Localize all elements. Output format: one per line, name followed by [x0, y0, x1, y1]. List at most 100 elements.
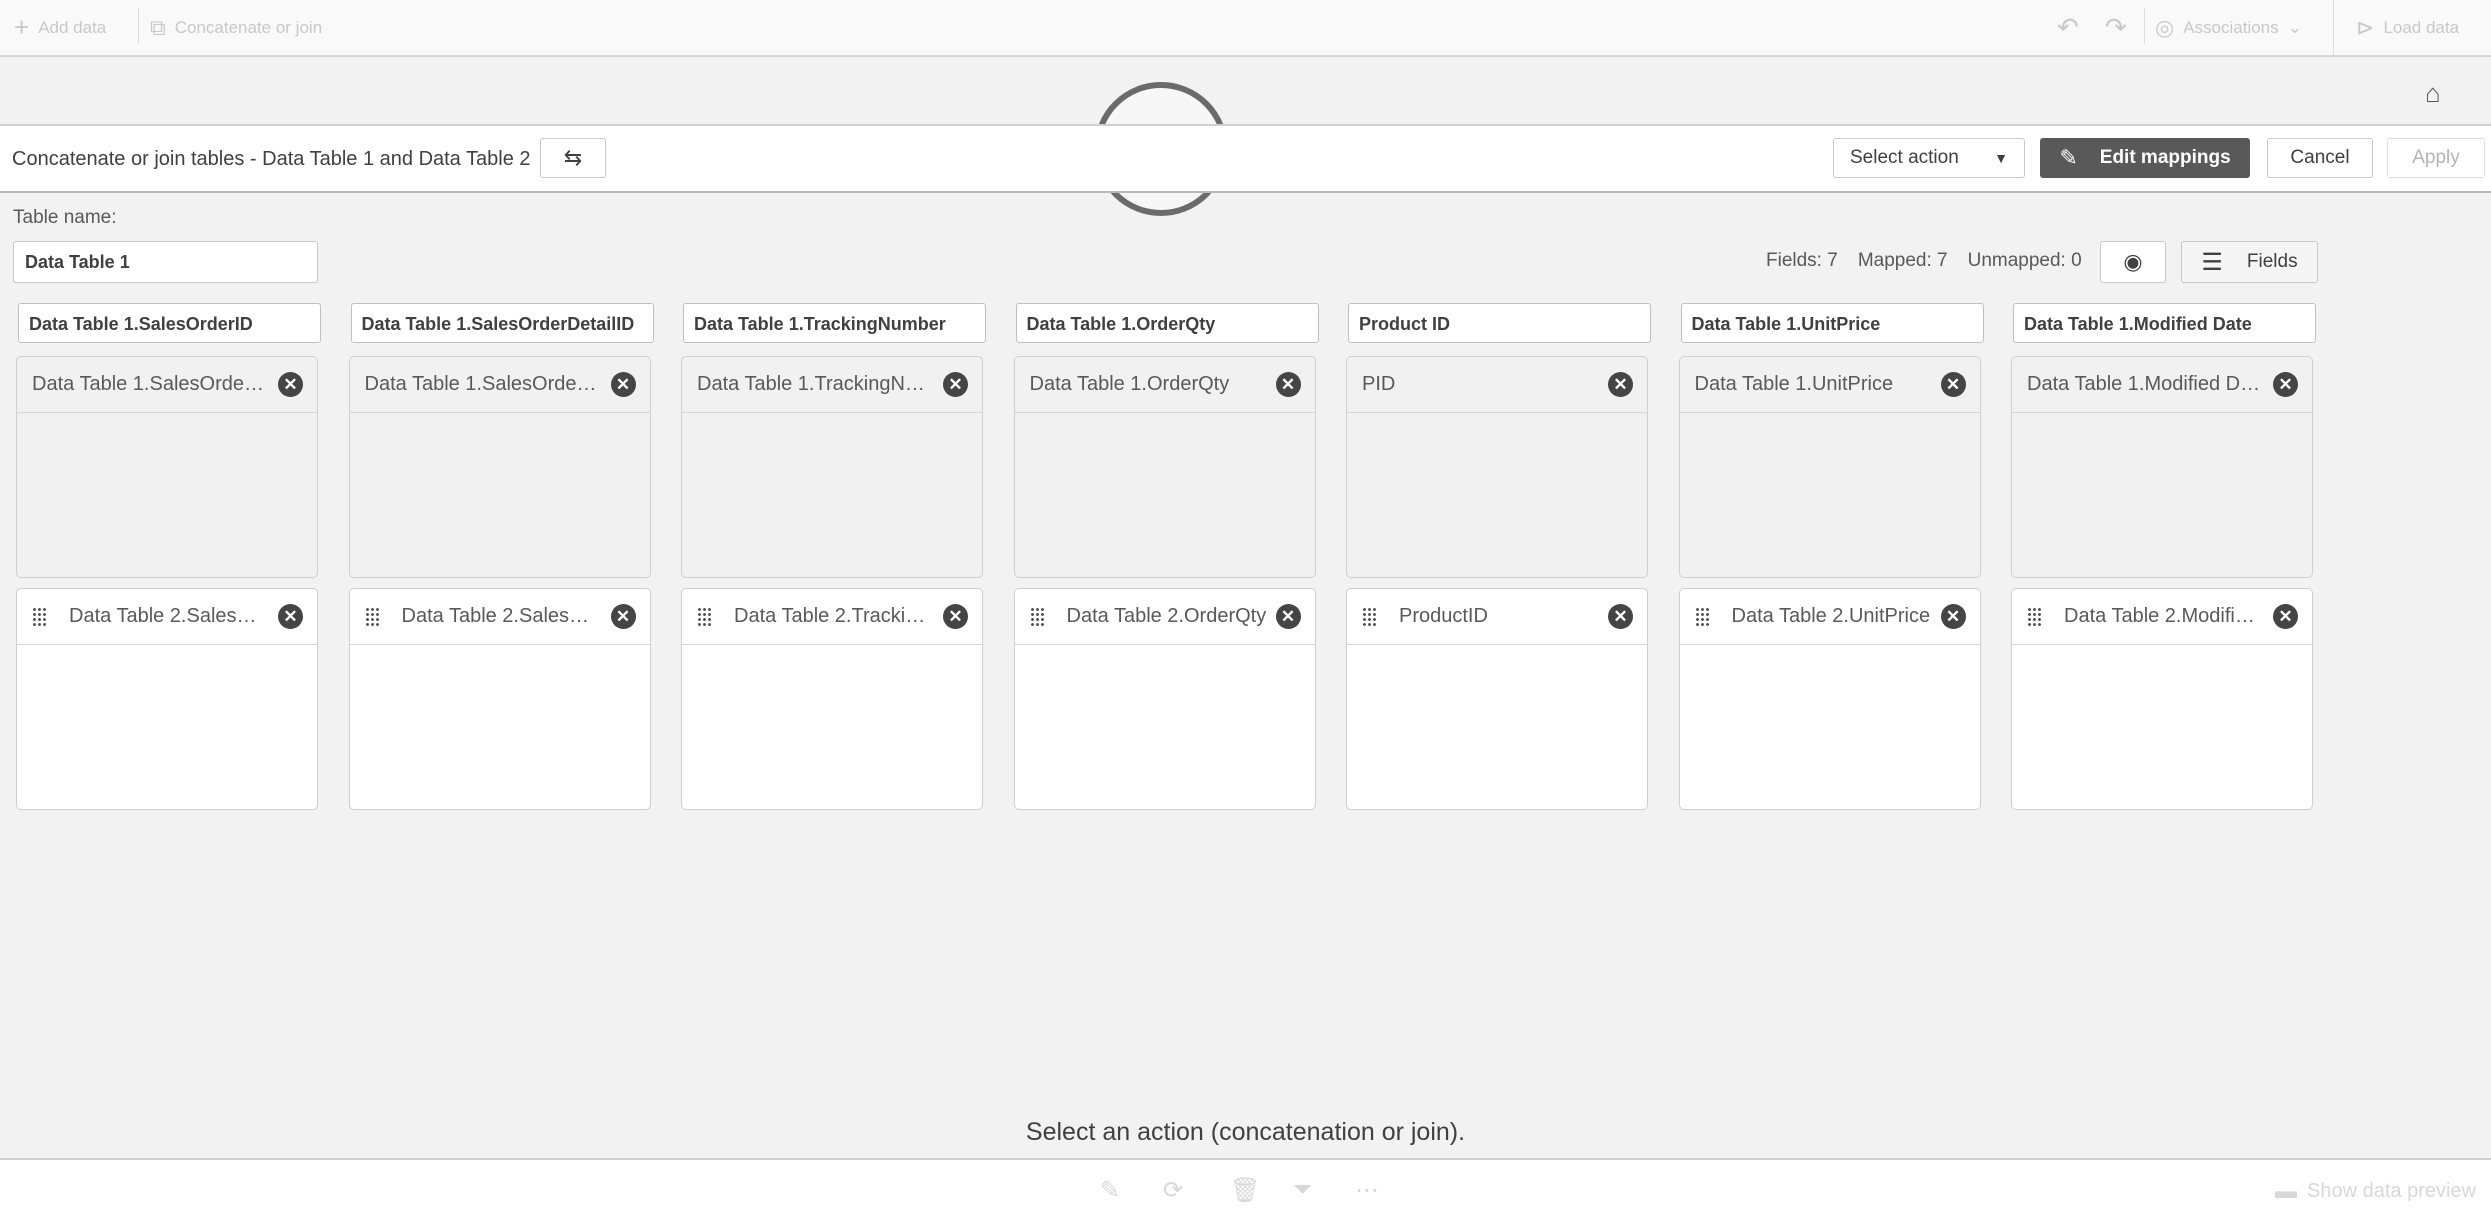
- top-toolbar: + Add data ⧉ Concatenate or join ↶ ↷ ◎ Asso…: [0, 0, 2491, 57]
- list-icon: ☰: [2201, 248, 2223, 276]
- show-data-preview-button[interactable]: ▬ Show data preview: [2275, 1178, 2476, 1204]
- column-name-input[interactable]: Data Table 1.UnitPrice: [1680, 303, 1984, 343]
- refresh-icon[interactable]: ⟳: [1163, 1176, 1183, 1205]
- divider: [2333, 0, 2334, 55]
- field-label: Data Table 2.TrackingNumber: [734, 605, 935, 627]
- table2-drop-zone[interactable]: ProductID ✕: [1346, 588, 1648, 810]
- column-name-input[interactable]: Data Table 1.OrderQty: [1015, 303, 1319, 343]
- select-action-dropdown[interactable]: Select action ▼: [1833, 138, 2025, 178]
- filter-icon[interactable]: ⏷: [1293, 1176, 1312, 1204]
- more-icon[interactable]: ⋯: [1355, 1176, 1379, 1205]
- table2-field[interactable]: Data Table 2.UnitPrice ✕: [1679, 589, 1980, 645]
- table1-drop-zone[interactable]: Data Table 1.SalesOrderID ✕: [16, 356, 318, 578]
- column-name-input[interactable]: Data Table 1.SalesOrderID: [18, 303, 321, 343]
- table1-field[interactable]: PID ✕: [1347, 357, 1647, 413]
- load-data-button[interactable]: ⊳ Load data: [2356, 0, 2459, 55]
- mapping-column: Product ID PID ✕ ProductID ✕: [1346, 303, 1651, 810]
- drag-handle-icon[interactable]: [1362, 606, 1378, 627]
- table2-drop-zone[interactable]: Data Table 2.SalesOrderDetailID ✕: [348, 588, 651, 810]
- undo-button[interactable]: ↶: [2057, 0, 2079, 55]
- cancel-button[interactable]: Cancel: [2267, 138, 2373, 178]
- table1-drop-zone[interactable]: Data Table 1.OrderQty ✕: [1013, 356, 1316, 578]
- remove-icon[interactable]: ✕: [610, 372, 636, 397]
- home-icon[interactable]: ⌂: [2425, 78, 2441, 109]
- field-label: Data Table 1.Modified Date: [2027, 373, 2265, 395]
- table-name-input[interactable]: Data Table 1: [13, 241, 318, 283]
- table1-field[interactable]: Data Table 1.OrderQty ✕: [1014, 357, 1315, 413]
- unmapped-count: Unmapped: 0: [1967, 250, 2082, 271]
- divider: [138, 8, 139, 44]
- mapping-column: Data Table 1.SalesOrderID Data Table 1.S…: [16, 303, 321, 810]
- table1-drop-zone[interactable]: PID ✕: [1346, 356, 1648, 578]
- remove-icon[interactable]: ✕: [1275, 604, 1301, 629]
- table2-field[interactable]: Data Table 2.Modified Date ✕: [2012, 589, 2312, 645]
- remove-icon[interactable]: ✕: [943, 372, 968, 397]
- table1-drop-zone[interactable]: Data Table 1.UnitPrice ✕: [1678, 356, 1981, 578]
- table1-drop-zone[interactable]: Data Table 1.Modified Date ✕: [2011, 356, 2313, 578]
- table2-field[interactable]: ProductID ✕: [1347, 589, 1647, 645]
- table2-drop-zone[interactable]: Data Table 2.Modified Date ✕: [2011, 588, 2313, 810]
- pencil-icon[interactable]: ✎: [1100, 1176, 1120, 1205]
- remove-icon[interactable]: ✕: [2273, 604, 2298, 629]
- remove-icon[interactable]: ✕: [1275, 372, 1301, 397]
- preview-button[interactable]: ◉: [2100, 241, 2166, 283]
- column-name-input[interactable]: Data Table 1.TrackingNumber: [683, 303, 986, 343]
- remove-icon[interactable]: ✕: [1608, 372, 1633, 397]
- mapping-column: Data Table 1.SalesOrderDetailID Data Tab…: [348, 303, 654, 810]
- apply-button[interactable]: Apply: [2387, 138, 2485, 178]
- associations-button[interactable]: ◎ Associations ⌄: [2155, 0, 2302, 55]
- field-label: Data Table 1.SalesOrderID: [32, 373, 270, 395]
- drag-handle-icon[interactable]: [1694, 606, 1711, 627]
- drag-handle-icon[interactable]: [2027, 606, 2043, 627]
- concatenate-or-join-button[interactable]: ⧉ Concatenate or join: [150, 0, 322, 55]
- remove-icon[interactable]: ✕: [1940, 604, 1966, 629]
- drag-handle-icon[interactable]: [1029, 606, 1046, 627]
- fields-count: Fields: 7: [1766, 250, 1838, 271]
- fields-button[interactable]: ☰ Fields: [2181, 241, 2318, 283]
- table2-field[interactable]: Data Table 2.TrackingNumber ✕: [682, 589, 982, 645]
- drag-handle-icon[interactable]: [364, 606, 381, 627]
- table2-field[interactable]: Data Table 2.SalesOrderDetailID ✕: [349, 589, 650, 645]
- drag-handle-icon[interactable]: [697, 606, 713, 627]
- column-name-input[interactable]: Product ID: [1348, 303, 1651, 343]
- edit-mappings-button[interactable]: ✎ Edit mappings: [2040, 138, 2250, 178]
- table2-drop-zone[interactable]: Data Table 2.UnitPrice ✕: [1678, 588, 1981, 810]
- dialog-header: Concatenate or join tables - Data Table …: [0, 124, 2491, 193]
- table2-drop-zone[interactable]: Data Table 2.SalesOrderID ✕: [16, 588, 318, 810]
- play-icon: ⊳: [2356, 14, 2375, 40]
- mapping-stats: Fields: 7 Mapped: 7 Unmapped: 0: [1766, 250, 2082, 272]
- remove-icon[interactable]: ✕: [1940, 372, 1966, 397]
- remove-icon[interactable]: ✕: [610, 604, 636, 629]
- trash-icon[interactable]: 🗑: [1230, 1176, 1260, 1205]
- field-label: Data Table 2.OrderQty: [1066, 605, 1267, 627]
- page-title: Concatenate or join tables - Data Table …: [12, 148, 531, 170]
- remove-icon[interactable]: ✕: [278, 604, 303, 629]
- table1-field[interactable]: Data Table 1.TrackingNumber ✕: [682, 357, 982, 413]
- table2-drop-zone[interactable]: Data Table 2.TrackingNumber ✕: [681, 588, 983, 810]
- table-name-label: Table name:: [13, 207, 117, 228]
- table1-field[interactable]: Data Table 1.SalesOrderDetailID ✕: [349, 357, 650, 413]
- drag-handle-icon[interactable]: [32, 606, 48, 627]
- table2-field[interactable]: Data Table 2.OrderQty ✕: [1014, 589, 1315, 645]
- field-label: Data Table 1.TrackingNumber: [697, 373, 935, 395]
- field-label: Data Table 1.OrderQty: [1029, 373, 1230, 395]
- table1-field[interactable]: Data Table 1.SalesOrderID ✕: [17, 357, 317, 413]
- table1-field[interactable]: Data Table 1.Modified Date ✕: [2012, 357, 2312, 413]
- table2-field[interactable]: Data Table 2.SalesOrderID ✕: [17, 589, 317, 645]
- swap-icon: ⇆: [563, 145, 583, 170]
- table1-drop-zone[interactable]: Data Table 1.SalesOrderDetailID ✕: [348, 356, 651, 578]
- table2-drop-zone[interactable]: Data Table 2.OrderQty ✕: [1013, 588, 1316, 810]
- mapping-column: Data Table 1.Modified Date Data Table 1.…: [2011, 303, 2316, 810]
- remove-icon[interactable]: ✕: [943, 604, 968, 629]
- table1-field[interactable]: Data Table 1.UnitPrice ✕: [1679, 357, 1980, 413]
- remove-icon[interactable]: ✕: [278, 372, 303, 397]
- remove-icon[interactable]: ✕: [2273, 372, 2298, 397]
- eye-icon: ◉: [2123, 249, 2143, 274]
- column-name-input[interactable]: Data Table 1.Modified Date: [2013, 303, 2316, 343]
- swap-tables-button[interactable]: ⇆: [540, 138, 606, 178]
- redo-button[interactable]: ↷: [2105, 0, 2127, 55]
- remove-icon[interactable]: ✕: [1608, 604, 1633, 629]
- add-data-button[interactable]: + Add data: [14, 0, 106, 55]
- column-name-input[interactable]: Data Table 1.SalesOrderDetailID: [350, 303, 654, 343]
- table1-drop-zone[interactable]: Data Table 1.TrackingNumber ✕: [681, 356, 983, 578]
